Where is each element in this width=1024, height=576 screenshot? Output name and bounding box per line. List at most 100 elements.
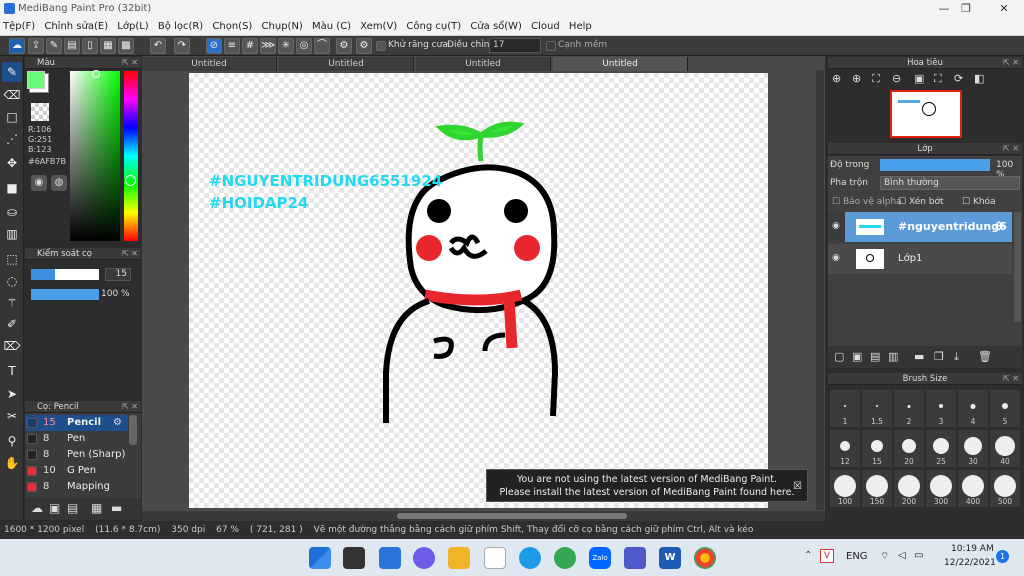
comment-icon[interactable]: ✎ (46, 38, 62, 54)
text-tool-icon[interactable]: T (2, 361, 22, 381)
brush-size-cell[interactable]: 200 (894, 470, 925, 508)
menu-filter[interactable]: Bộ lọc(R) (155, 18, 206, 36)
brush-size-cell[interactable]: 300 (926, 470, 957, 508)
menu-window[interactable]: Cửa sổ(W) (467, 18, 525, 36)
brush-size-cell[interactable]: 500 (990, 470, 1021, 508)
menu-view[interactable]: Xem(V) (357, 18, 400, 36)
hand-tool-icon[interactable]: ✋ (2, 453, 22, 473)
grid-icon[interactable]: ▩ (118, 38, 134, 54)
cross-snap-icon[interactable]: # (242, 38, 258, 54)
share-icon[interactable]: ⇪ (28, 38, 44, 54)
gear-icon[interactable]: ⚙ (113, 415, 122, 431)
battery-icon[interactable]: ▭ (914, 550, 923, 561)
saturation-value-picker[interactable] (70, 70, 120, 241)
task-view-icon[interactable] (343, 547, 365, 569)
new-8bit-layer-icon[interactable]: ▤ (870, 350, 880, 363)
zoom-icon[interactable]: ⊖ (892, 72, 901, 85)
start-icon[interactable] (309, 547, 331, 569)
brush-size-cell[interactable]: 15 (862, 430, 893, 468)
panel-close-icon[interactable]: ⇱ ✕ (122, 401, 138, 413)
vanishing-snap-icon[interactable]: ⋙ (260, 38, 276, 54)
brush-size-cell[interactable]: 1 (830, 390, 861, 428)
chrome-icon[interactable] (694, 547, 716, 569)
fit-icon[interactable]: ⛶ (872, 72, 880, 86)
menu-cloud[interactable]: Cloud (528, 18, 563, 36)
palette-icon[interactable]: ◉ (31, 175, 47, 191)
zalo-icon[interactable]: Zalo (589, 547, 611, 569)
document-tab[interactable]: Untitled (142, 57, 277, 71)
move-tool-icon[interactable]: ✥ (2, 153, 22, 173)
lock-checkbox[interactable]: ☐ Khóa (962, 197, 996, 207)
file-explorer-icon[interactable] (448, 547, 470, 569)
merge-layer-icon[interactable]: ⤓ (954, 350, 959, 364)
select-eraser-icon[interactable]: ⌦ (2, 336, 22, 356)
brush-item[interactable]: 8 Pen (Sharp) (25, 447, 128, 463)
menu-help[interactable]: Help (566, 18, 595, 36)
menu-select[interactable]: Chọn(S) (209, 18, 255, 36)
brush-opacity-slider[interactable] (31, 289, 99, 300)
layer-opacity-slider[interactable] (880, 159, 990, 171)
menu-layer[interactable]: Lớp(L) (114, 18, 151, 36)
flip-icon[interactable]: ◧ (974, 72, 984, 85)
notification-badge[interactable]: 1 (996, 550, 1009, 563)
document-tab[interactable]: Untitled (416, 57, 551, 71)
brush-size-cell[interactable]: 20 (894, 430, 925, 468)
layer-menu-icon[interactable]: ▥ (888, 350, 898, 363)
panel-close-icon[interactable]: ⇱ ✕ (1003, 57, 1019, 69)
new-halftone-layer-icon[interactable]: ▣ (852, 350, 862, 363)
brush-size-cell[interactable]: 150 (862, 470, 893, 508)
select-pen-icon[interactable]: ✐ (2, 314, 22, 334)
word-icon[interactable]: W (659, 547, 681, 569)
undo-icon[interactable]: ↶ (150, 38, 166, 54)
soft-edge-checkbox[interactable] (546, 41, 556, 51)
cloud-brush-icon[interactable]: ☁ (31, 501, 43, 515)
panel-close-icon[interactable]: ⇱ ✕ (122, 248, 138, 260)
curve-snap-icon[interactable]: ⌒ (314, 38, 330, 54)
folder-icon[interactable]: ▬ (111, 501, 122, 515)
layer-row[interactable]: ◉ #nguyentridung6 ⚙ (828, 212, 1012, 242)
rectangle-tool-icon[interactable]: □ (2, 107, 22, 127)
tray-chevron-icon[interactable]: ⌃ (804, 550, 812, 561)
antialias-checkbox[interactable] (376, 41, 386, 51)
brush-size-slider[interactable] (31, 269, 99, 280)
radial-snap-icon[interactable]: ✳ (278, 38, 294, 54)
snap-settings-icon[interactable]: ⚙ (336, 38, 352, 54)
brush-size-value[interactable]: 15 (105, 268, 131, 281)
protect-alpha-checkbox[interactable]: ☐ Bảo vệ alpha (832, 197, 902, 207)
layer-row[interactable]: ◉ Lớp1 (828, 244, 1012, 274)
delete-layer-icon[interactable]: 🗑 (978, 350, 992, 363)
menu-tools[interactable]: Công cụ(T) (403, 18, 464, 36)
clock-date[interactable]: 12/22/2021 (944, 558, 996, 568)
app-icon-1[interactable] (519, 547, 541, 569)
brush-size-cell[interactable]: 4 (958, 390, 989, 428)
actual-size-icon[interactable]: ▣ (914, 72, 924, 85)
circle-snap-icon[interactable]: ◎ (296, 38, 312, 54)
menu-color[interactable]: Màu (C) (309, 18, 354, 36)
zoom-in-icon[interactable]: ⊕ (832, 72, 841, 85)
brush-list-scrollbar[interactable] (129, 415, 137, 445)
brush-settings-icon[interactable]: ▦ (91, 501, 102, 515)
wifi-icon[interactable]: ⌔ (880, 550, 889, 563)
brush-size-cell[interactable]: 5 (990, 390, 1021, 428)
message-icon[interactable]: ▤ (64, 38, 80, 54)
brush-size-cell[interactable]: 100 (830, 470, 861, 508)
panel-close-icon[interactable]: ⇱ ✕ (122, 57, 138, 69)
brush-size-cell[interactable]: 3 (926, 390, 957, 428)
teams-icon[interactable] (624, 547, 646, 569)
horizontal-scrollbar[interactable] (142, 511, 825, 521)
panel-close-icon[interactable]: ⇱ ✕ (1003, 143, 1019, 155)
menu-snap[interactable]: Chụp(N) (259, 18, 306, 36)
divide-tool-icon[interactable]: ✂ (2, 406, 22, 426)
page-icon[interactable]: ▯ (82, 38, 98, 54)
brush-item[interactable]: 10 G Pen (25, 463, 128, 479)
no-snap-icon[interactable]: ⊘ (206, 38, 222, 54)
transparent-swatch[interactable] (31, 103, 49, 121)
rotate-icon[interactable]: ⟳ (954, 72, 963, 85)
navigator-thumbnail[interactable] (890, 90, 962, 138)
folder-icon[interactable]: ▬ (914, 350, 924, 363)
document-tab[interactable]: Untitled (279, 57, 414, 71)
snipping-icon[interactable] (484, 547, 506, 569)
brush-size-cell[interactable]: 25 (926, 430, 957, 468)
gradient-tool-icon[interactable]: ▥ (2, 224, 22, 244)
brush-size-cell[interactable]: 40 (990, 430, 1021, 468)
